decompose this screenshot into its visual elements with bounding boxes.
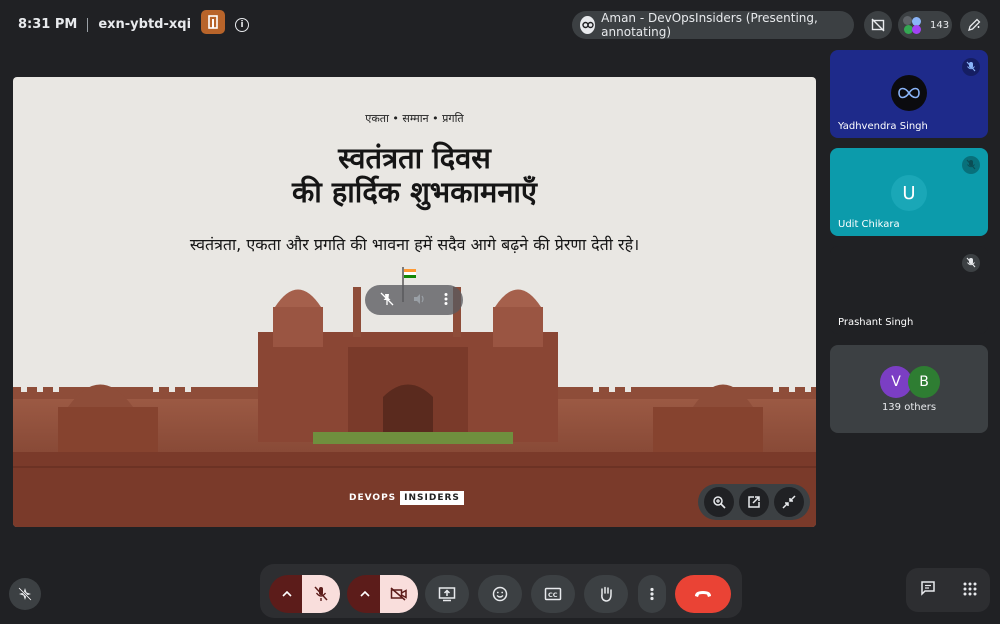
open-in-new-icon — [748, 496, 760, 508]
annotate-button[interactable] — [960, 11, 988, 39]
end-call-icon — [695, 591, 711, 597]
chat-button[interactable] — [920, 580, 936, 600]
meeting-code: exn-ybtd-xqi — [98, 17, 192, 32]
meeting-info: 8:31 PM exn-ybtd-xqi i — [18, 10, 250, 34]
participant-tile[interactable]: U Udit Chikara — [830, 148, 988, 236]
mic-off-icon — [962, 254, 980, 272]
zoom-button[interactable] — [703, 487, 734, 517]
slide-title-line-1: स्वतंत्रता दिवस — [338, 141, 491, 175]
mic-off-icon — [314, 586, 328, 601]
mic-options-button[interactable] — [269, 575, 305, 613]
brand-logo: DEVOPS INSIDERS — [349, 491, 464, 505]
raise-hand-icon — [601, 586, 612, 602]
slide-title-line-2: की हार्दिक शुभकामनाएँ — [292, 175, 537, 209]
brand-right-text: INSIDERS — [400, 491, 464, 505]
more-options-button[interactable] — [638, 575, 666, 613]
others-label: 139 others — [881, 402, 937, 413]
present-icon — [438, 587, 456, 602]
pin-off-icon[interactable] — [380, 291, 394, 310]
people-button[interactable]: 143 — [898, 11, 952, 39]
participant-tile[interactable]: Yadhvendra Singh — [830, 50, 988, 138]
participant-avatar: U — [891, 175, 927, 211]
slide-kicker: एकता • सम्मान • प्रगति — [365, 112, 464, 125]
slide-title: स्वतंत्रता दिवस की हार्दिक शुभकामनाएँ — [13, 141, 816, 209]
call-controls: CC — [260, 564, 742, 618]
presenting-indicator[interactable]: Aman - DevOpsInsiders (Presenting, annot… — [572, 11, 854, 39]
participant-name: Prashant Singh — [838, 317, 914, 328]
stop-annotation-button[interactable] — [864, 11, 892, 39]
presentation-icon — [580, 16, 596, 34]
participant-name: Udit Chikara — [838, 219, 900, 230]
presenting-label: Aman - DevOpsInsiders (Presenting, annot… — [601, 11, 818, 39]
emoji-icon — [492, 586, 508, 602]
pen-icon — [968, 18, 981, 31]
svg-text:CC: CC — [548, 591, 558, 599]
camera-options-button[interactable] — [347, 575, 383, 613]
people-avatars-icon — [902, 15, 922, 35]
annotation-off-icon — [871, 18, 885, 32]
chevron-up-icon — [282, 591, 292, 597]
stage-tools — [698, 484, 810, 520]
present-button[interactable] — [425, 575, 469, 613]
activities-button[interactable] — [963, 581, 977, 600]
captions-button[interactable]: CC — [531, 575, 575, 613]
more-options-icon[interactable] — [444, 291, 448, 310]
zoom-in-icon — [712, 496, 726, 509]
others-avatars: V B — [880, 366, 940, 398]
divider — [87, 17, 89, 32]
side-panel-tools — [906, 568, 990, 612]
participant-tile[interactable]: Prashant Singh — [830, 246, 988, 334]
participant-name: Yadhvendra Singh — [838, 121, 928, 132]
captions-icon: CC — [544, 587, 562, 601]
others-tile[interactable]: V B 139 others — [830, 345, 988, 433]
chevron-up-icon — [360, 591, 370, 597]
media-controls-overlay[interactable] — [365, 285, 463, 315]
clock: 8:31 PM — [18, 17, 78, 32]
infinity-logo-icon — [898, 87, 920, 99]
mic-off-icon — [962, 58, 980, 76]
mic-off-icon — [962, 156, 980, 174]
reactions-button[interactable] — [478, 575, 522, 613]
camera-toggle-button[interactable] — [380, 575, 418, 613]
top-bar: 8:31 PM exn-ybtd-xqi i Aman - DevOpsInsi… — [0, 0, 1000, 48]
presentation-stage: एकता • सम्मान • प्रगति स्वतंत्रता दिवस क… — [13, 77, 816, 527]
brand-left-text: DEVOPS — [349, 493, 397, 503]
raise-hand-button[interactable] — [584, 575, 628, 613]
meeting-details-icon[interactable]: i — [235, 17, 250, 32]
camera-off-icon — [390, 587, 407, 601]
effects-off-button[interactable] — [9, 578, 41, 610]
bottom-bar: CC — [0, 560, 1000, 624]
more-vert-icon — [650, 587, 654, 601]
chat-icon — [920, 581, 935, 596]
exit-fullscreen-button[interactable] — [774, 487, 805, 517]
sparkle-off-icon — [18, 587, 32, 601]
participant-count: 143 — [930, 19, 950, 31]
end-call-button[interactable] — [675, 575, 731, 613]
host-controls-icon[interactable] — [201, 10, 226, 34]
slide-subtitle: स्वतंत्रता, एकता और प्रगति की भावना हमें… — [189, 235, 640, 254]
apps-grid-icon — [963, 582, 976, 595]
participant-avatar — [891, 75, 927, 111]
mic-toggle-button[interactable] — [302, 575, 340, 613]
volume-icon[interactable] — [412, 291, 426, 310]
pop-out-button[interactable] — [738, 487, 769, 517]
collapse-icon — [782, 495, 796, 509]
avatar: B — [908, 366, 940, 398]
